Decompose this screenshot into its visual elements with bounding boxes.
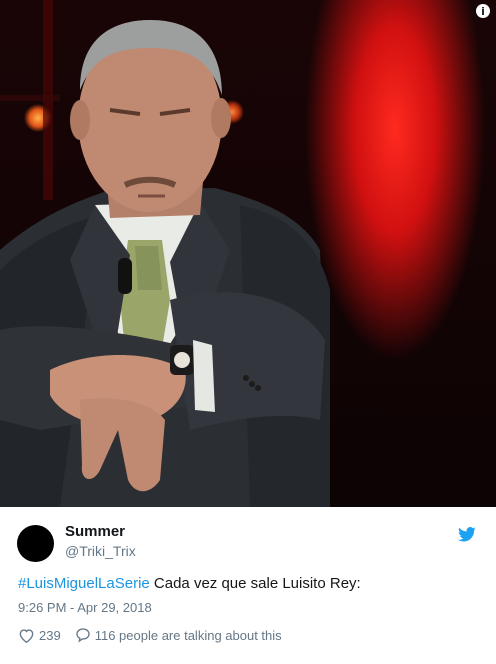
heart-icon[interactable] (18, 628, 35, 643)
tweet-stats: 239 116 people are talking about this (18, 627, 282, 643)
avatar[interactable] (17, 525, 54, 562)
tweet-card: Summer @Triki_Trix #LuisMiguelLaSerie Ca… (0, 507, 496, 664)
tweet-media-photo[interactable]: i (0, 0, 496, 507)
display-name[interactable]: Summer (65, 523, 125, 540)
info-icon[interactable]: i (476, 4, 490, 18)
tweet-body: Cada vez que sale Luisito Rey: (149, 575, 361, 592)
talking-count[interactable]: 116 people are talking about this (95, 628, 282, 643)
tweet-timestamp[interactable]: 9:26 PM - Apr 29, 2018 (18, 600, 152, 615)
hashtag-link[interactable]: #LuisMiguelLaSerie (18, 575, 150, 592)
speech-bubble-icon[interactable] (75, 627, 91, 643)
user-handle[interactable]: @Triki_Trix (65, 543, 136, 559)
photo-illustration (0, 0, 330, 507)
twitter-bird-icon[interactable] (458, 527, 476, 542)
like-count[interactable]: 239 (39, 628, 61, 643)
tweet-text: #LuisMiguelLaSerie Cada vez que sale Lui… (18, 575, 361, 592)
